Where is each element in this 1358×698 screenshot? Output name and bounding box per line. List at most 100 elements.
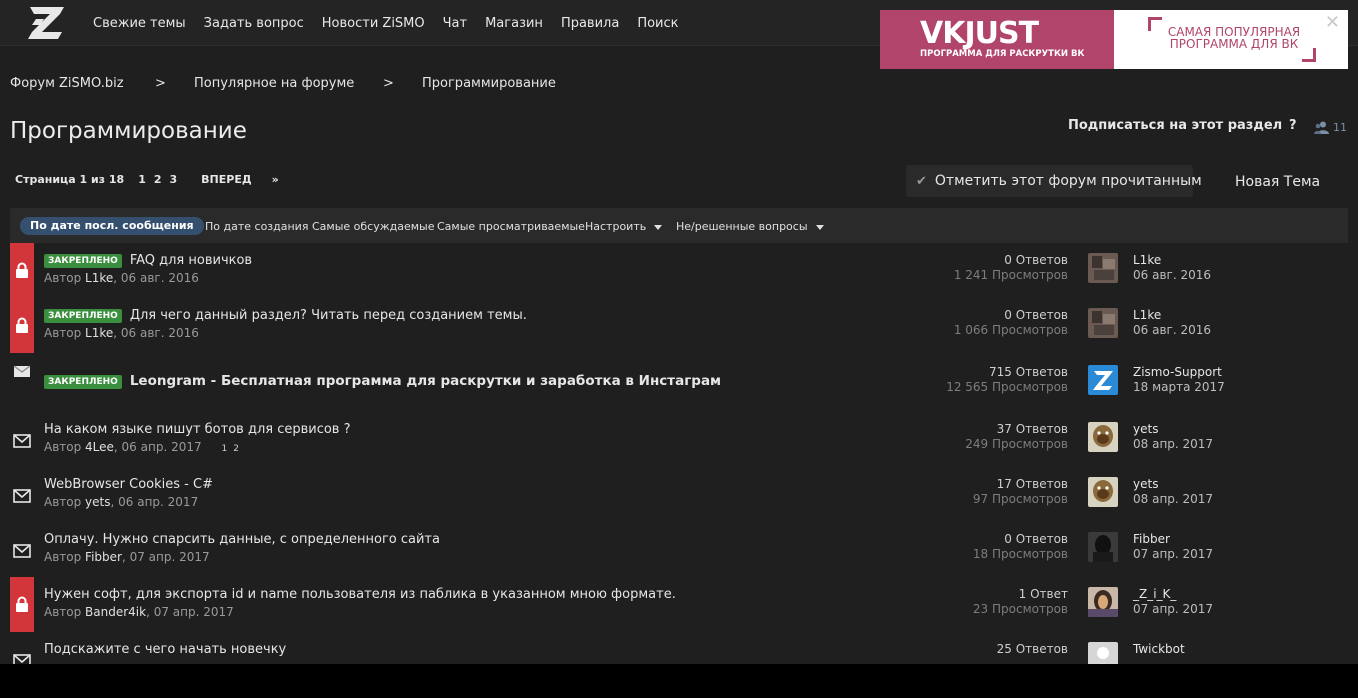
ad-corner-decoration bbox=[1302, 48, 1316, 62]
nav-chat[interactable]: Чат bbox=[434, 16, 476, 31]
breadcrumb-item-popular[interactable]: Популярное на форуме bbox=[194, 76, 354, 91]
thread-title-link[interactable]: WebBrowser Cookies - C# bbox=[44, 477, 213, 492]
page-link-2[interactable]: 2 bbox=[154, 173, 162, 186]
last-post-date: 06 авг. 2016 bbox=[1133, 268, 1211, 282]
author-link[interactable]: L1ke bbox=[85, 271, 113, 285]
mail-icon bbox=[13, 365, 31, 377]
avatar[interactable] bbox=[1088, 253, 1118, 283]
last-poster-link[interactable]: L1ke bbox=[1133, 308, 1211, 323]
last-poster-link[interactable]: Twickbot bbox=[1133, 642, 1185, 657]
new-thread-button[interactable]: Новая Тема bbox=[1235, 174, 1320, 190]
last-poster-link[interactable]: Fibber bbox=[1133, 532, 1213, 547]
avatar[interactable] bbox=[1088, 642, 1118, 664]
author-prefix: Автор bbox=[44, 271, 86, 285]
avatar[interactable] bbox=[1088, 422, 1118, 452]
thread-title-link[interactable]: FAQ для новичков bbox=[130, 253, 252, 268]
sort-by-last-post[interactable]: По дате посл. сообщения bbox=[20, 217, 204, 235]
last-poster-link[interactable]: yets bbox=[1133, 477, 1213, 492]
avatar[interactable] bbox=[1088, 532, 1118, 562]
locked-indicator bbox=[10, 577, 34, 632]
thread-date: , 06 авг. 2016 bbox=[113, 271, 199, 285]
avatar[interactable] bbox=[1088, 308, 1118, 338]
thread-date: , 06 апр. 2017 bbox=[110, 495, 199, 509]
help-link[interactable]: ? bbox=[1289, 118, 1297, 133]
thread-title-line: ЗАКРЕПЛЕНО Для чего данный раздел? Читать… bbox=[44, 308, 527, 323]
ad-close-icon[interactable]: ✕ bbox=[1325, 12, 1340, 33]
page-title: Программирование bbox=[10, 118, 247, 144]
breadcrumb-separator: > bbox=[383, 76, 394, 91]
thread-row[interactable]: Нужен софт, для экспорта id и name польз… bbox=[10, 577, 1348, 632]
breadcrumb-item-programming[interactable]: Программирование bbox=[422, 76, 556, 91]
nav-rules[interactable]: Правила bbox=[552, 16, 628, 31]
page-link-3[interactable]: 3 bbox=[170, 173, 178, 186]
thread-title-link[interactable]: Подскажите с чего начать новечку bbox=[44, 642, 286, 657]
view-count: 1 241 Просмотров bbox=[953, 268, 1068, 282]
last-poster-link[interactable]: Zismo-Support bbox=[1133, 365, 1225, 380]
page-link-1[interactable]: 1 bbox=[138, 173, 146, 186]
sort-most-viewed[interactable]: Самые просматриваемые bbox=[437, 220, 585, 233]
thread-row[interactable]: ЗАКРЕПЛЕНО FAQ для новичков Автор L1ke, 0… bbox=[10, 243, 1348, 298]
thread-row[interactable]: ЗАКРЕПЛЕНО Leongram - Бесплатная программ… bbox=[10, 355, 1348, 410]
ad-text: САМАЯ ПОПУЛЯРНАЯ ПРОГРАММА ДЛЯ ВК bbox=[1164, 26, 1304, 50]
thread-row[interactable]: На каком языке пишут ботов для сервисов … bbox=[10, 412, 1348, 467]
ad-banner[interactable]: VKJUST ПРОГРАММА ДЛЯ РАСКРУТКИ ВК САМАЯ … bbox=[880, 10, 1348, 69]
thread-row[interactable]: Подскажите с чего начать новечку 25 Отве… bbox=[10, 632, 1348, 664]
avatar[interactable] bbox=[1088, 365, 1118, 395]
author-link[interactable]: Fibber bbox=[85, 550, 122, 564]
solved-filter-dropdown[interactable]: Не/решенные вопросы bbox=[676, 220, 824, 233]
thread-row[interactable]: Оплачу. Нужно спарсить данные, с определ… bbox=[10, 522, 1348, 577]
last-post-info: Twickbot bbox=[1133, 642, 1185, 657]
thread-date: , 07 апр. 2017 bbox=[121, 550, 210, 564]
last-poster-link[interactable]: _Z_i_K_ bbox=[1133, 587, 1213, 602]
customize-dropdown[interactable]: Настроить bbox=[585, 220, 663, 233]
thread-title-link[interactable]: Для чего данный раздел? Читать перед соз… bbox=[130, 308, 527, 323]
thread-meta: Автор yets, 06 апр. 2017 bbox=[44, 495, 198, 509]
author-link[interactable]: yets bbox=[85, 495, 110, 509]
sort-by-created[interactable]: По дате создания bbox=[205, 220, 308, 233]
avatar[interactable] bbox=[1088, 587, 1118, 617]
thread-title-link[interactable]: На каком языке пишут ботов для сервисов … bbox=[44, 422, 351, 437]
thread-title-link[interactable]: Leongram - Бесплатная программа для раск… bbox=[130, 373, 721, 389]
avatar-image-icon bbox=[1088, 532, 1118, 562]
avatar[interactable] bbox=[1088, 477, 1118, 507]
last-post-date: 07 апр. 2017 bbox=[1133, 547, 1214, 561]
thread-title-line: ЗАКРЕПЛЕНО FAQ для новичков bbox=[44, 253, 252, 268]
thread-meta: Автор Fibber, 07 апр. 2017 bbox=[44, 550, 210, 564]
watchers-number: 11 bbox=[1333, 121, 1347, 134]
nav-shop[interactable]: Магазин bbox=[476, 16, 552, 31]
lock-icon bbox=[16, 262, 28, 278]
mark-read-button[interactable]: ✔ Отметить этот форум прочитанным bbox=[906, 165, 1202, 197]
nav-ask-question[interactable]: Задать вопрос bbox=[195, 16, 313, 31]
pinned-badge: ЗАКРЕПЛЕНО bbox=[44, 375, 122, 389]
last-poster-link[interactable]: yets bbox=[1133, 422, 1213, 437]
thread-date: , 06 авг. 2016 bbox=[113, 326, 199, 340]
subscribe-link[interactable]: Подписаться на этот раздел bbox=[1068, 118, 1282, 133]
thread-row[interactable]: ЗАКРЕПЛЕНО Для чего данный раздел? Читать… bbox=[10, 298, 1348, 353]
thread-title-link[interactable]: Оплачу. Нужно спарсить данные, с определ… bbox=[44, 532, 440, 547]
thread-page-link[interactable]: 1 bbox=[221, 444, 227, 454]
avatar-image-icon bbox=[1088, 587, 1118, 617]
thread-title-link[interactable]: Нужен софт, для экспорта id и name польз… bbox=[44, 587, 676, 602]
nav-zismo-news[interactable]: Новости ZiSMO bbox=[313, 16, 434, 31]
nav-search[interactable]: Поиск bbox=[628, 16, 687, 31]
zismo-logo-icon[interactable] bbox=[26, 5, 68, 41]
sort-most-discussed[interactable]: Самые обсуждаемые bbox=[312, 220, 435, 233]
watchers-count[interactable]: 11 bbox=[1314, 121, 1347, 134]
ad-brand: VKJUST bbox=[920, 16, 1039, 51]
breadcrumb-item-forum[interactable]: Форум ZiSMO.biz bbox=[10, 76, 124, 91]
thread-stats: 715 Ответов 12 565 Просмотров bbox=[946, 365, 1068, 395]
author-link[interactable]: Bander4ik bbox=[85, 605, 146, 619]
ad-banner-text-panel: САМАЯ ПОПУЛЯРНАЯ ПРОГРАММА ДЛЯ ВК ✕ bbox=[1114, 10, 1348, 69]
last-poster-link[interactable]: L1ke bbox=[1133, 253, 1211, 268]
page-next-link[interactable]: ВПЕРЕД bbox=[201, 173, 251, 186]
default-avatar-icon bbox=[1088, 642, 1118, 664]
thread-page-link[interactable]: 2 bbox=[233, 444, 239, 454]
avatar-image-icon bbox=[1088, 308, 1118, 338]
page-next-arrow[interactable]: » bbox=[272, 173, 279, 186]
chevron-down-icon bbox=[815, 224, 824, 230]
author-link[interactable]: 4Lee bbox=[85, 440, 114, 454]
author-link[interactable]: L1ke bbox=[85, 326, 113, 340]
nav-fresh-topics[interactable]: Свежие темы bbox=[84, 16, 195, 31]
thread-row[interactable]: WebBrowser Cookies - C# Автор yets, 06 а… bbox=[10, 467, 1348, 522]
avatar-image-icon bbox=[1088, 477, 1118, 507]
